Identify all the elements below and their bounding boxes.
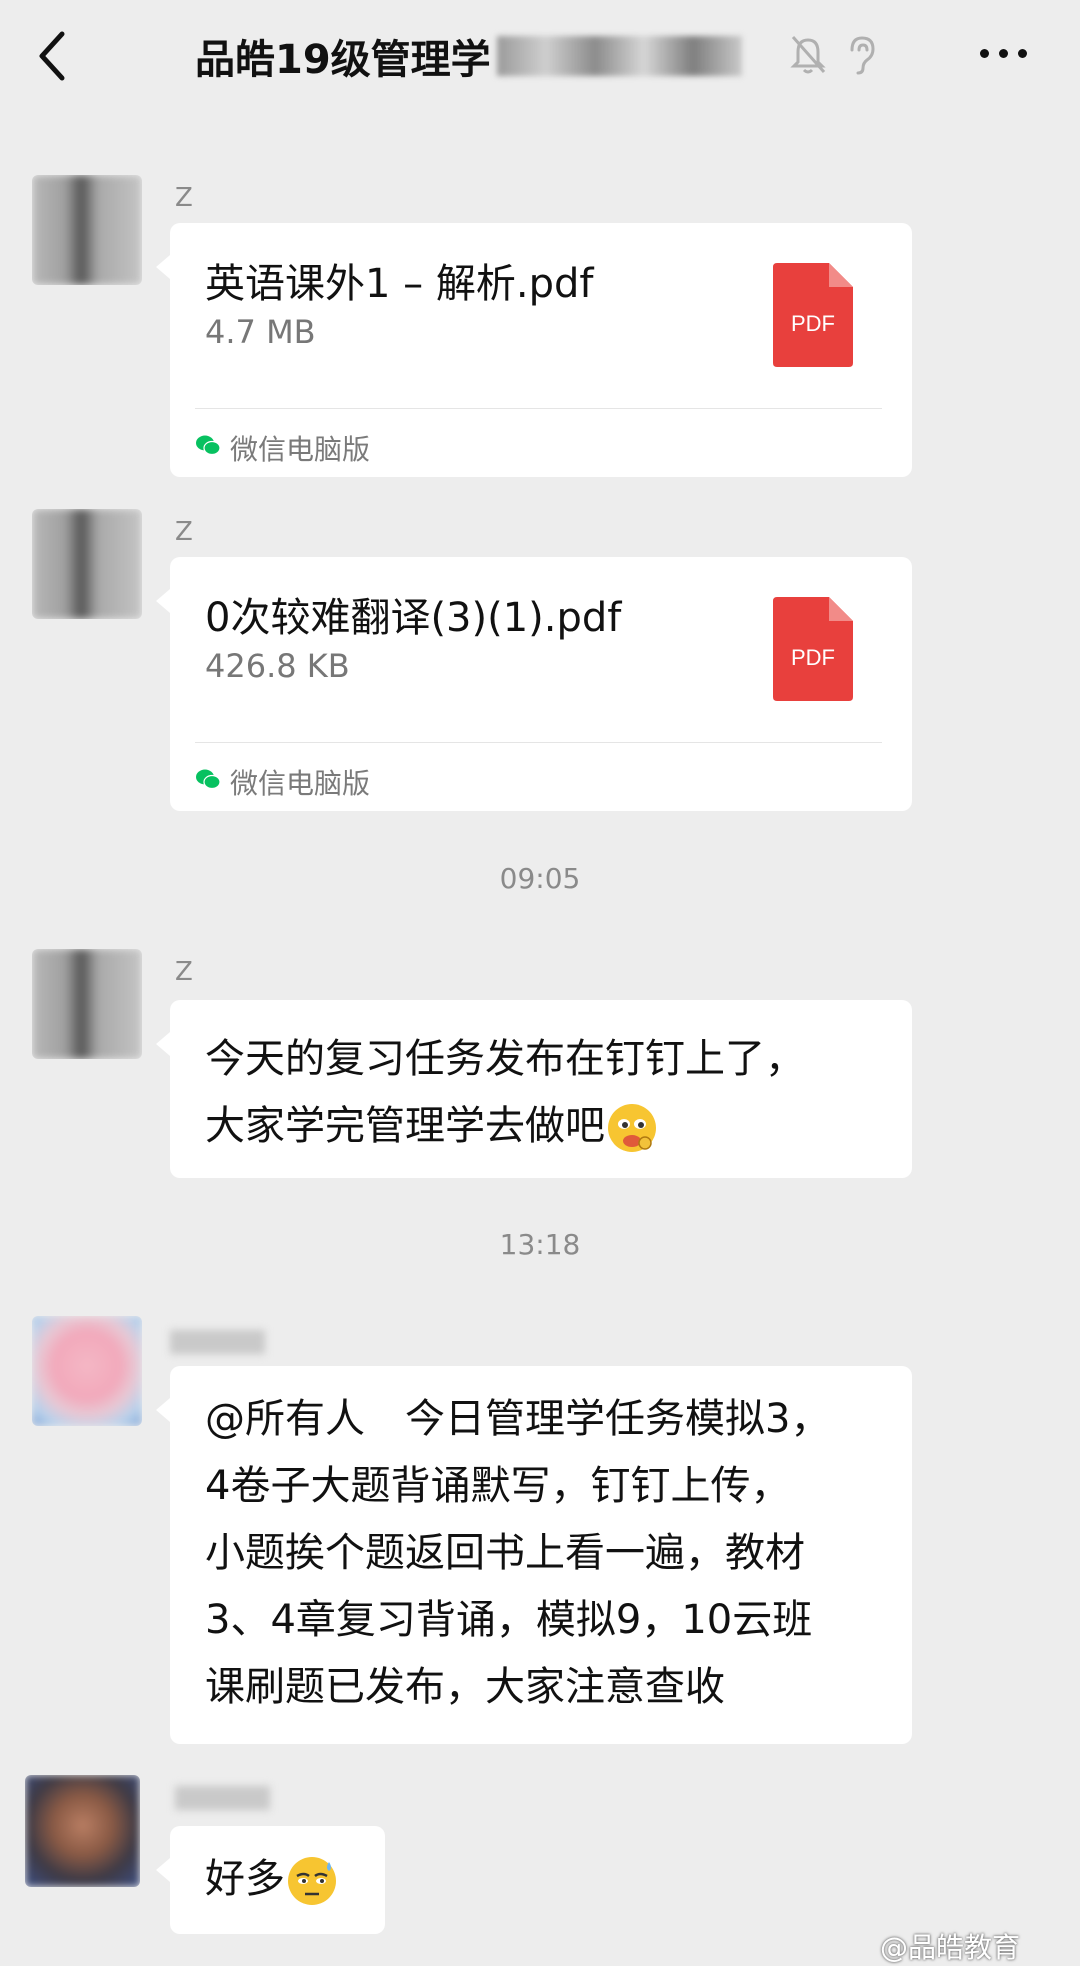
timestamp: 09:05 xyxy=(499,862,581,895)
watermark: @品皓教育 xyxy=(880,1931,1021,1964)
message-text: 好多 xyxy=(205,1846,339,1913)
file-size: 426.8 KB xyxy=(205,647,350,685)
back-arrow-icon[interactable] xyxy=(30,26,80,86)
avatar[interactable] xyxy=(25,1775,140,1887)
file-name: 英语课外1 – 解析.pdf xyxy=(205,261,594,307)
text-message[interactable]: 好多 xyxy=(156,1826,385,1934)
message-text: @所有人 今日管理学任务模拟3， 4卷子大题背诵默写，钉钉上传， 小题挨个题返回… xyxy=(205,1386,830,1721)
pdf-file-icon: PDF xyxy=(773,597,853,701)
sender-name: Z xyxy=(175,183,193,213)
sender-name-redacted xyxy=(175,1786,270,1810)
message-line: 小题挨个题返回书上看一遍，教材 xyxy=(205,1530,805,1576)
sender-name: Z xyxy=(175,957,193,987)
pdf-label: PDF xyxy=(791,645,835,670)
message-line-with-emoji: 大家学完管理学去做吧 xyxy=(205,1093,805,1160)
avatar[interactable] xyxy=(32,509,142,619)
emoji-icon xyxy=(288,1857,336,1905)
timestamp: 13:18 xyxy=(499,1228,581,1261)
source-label: 微信电脑版 xyxy=(230,767,371,800)
message-line: 4卷子大题背诵默写，钉钉上传， xyxy=(205,1463,791,1509)
sender-name: Z xyxy=(175,517,193,547)
ear-icon xyxy=(850,36,875,75)
text-message[interactable]: @所有人 今日管理学任务模拟3， 4卷子大题背诵默写，钉钉上传， 小题挨个题返回… xyxy=(156,1366,912,1744)
wechat-icon xyxy=(196,435,221,456)
message-line: 大家学完管理学去做吧 xyxy=(205,1103,605,1149)
text-message[interactable]: 今天的复习任务发布在钉钉上了， 大家学完管理学去做吧 xyxy=(156,1000,912,1178)
message-line: 课刷题已发布，大家注意查收 xyxy=(205,1664,725,1710)
source-label: 微信电脑版 xyxy=(230,433,371,466)
emoji-icon xyxy=(608,1104,656,1152)
chat-header: 品皓19级管理学 xyxy=(0,0,1080,110)
mute-bell-icon xyxy=(790,36,826,74)
pdf-label: PDF xyxy=(791,311,835,336)
message-text: 今天的复习任务发布在钉钉上了， 大家学完管理学去做吧 xyxy=(205,1026,805,1160)
avatar[interactable] xyxy=(32,175,142,285)
message-line: 3、4章复习背诵，模拟9，10云班 xyxy=(205,1597,813,1643)
file-size: 4.7 MB xyxy=(205,313,316,351)
file-message[interactable]: 英语课外1 – 解析.pdf 4.7 MB PDF 微信电脑版 xyxy=(156,223,912,477)
chat-title-text: 品皓19级管理学 xyxy=(195,37,491,83)
divider xyxy=(195,742,882,743)
divider xyxy=(195,408,882,409)
avatar[interactable] xyxy=(32,1316,142,1426)
message-line: @所有人 今日管理学任务模拟3， xyxy=(205,1396,831,1442)
file-message[interactable]: 0次较难翻译(3)(1).pdf 426.8 KB PDF 微信电脑版 xyxy=(156,557,912,811)
title-redacted xyxy=(496,36,742,76)
more-icon[interactable] xyxy=(975,38,1035,70)
message-line: 好多 xyxy=(205,1856,285,1902)
avatar[interactable] xyxy=(32,949,142,1059)
sender-name-redacted xyxy=(170,1330,265,1354)
chat-title: 品皓19级管理学 xyxy=(195,26,742,86)
wechat-icon xyxy=(196,769,221,790)
file-name: 0次较难翻译(3)(1).pdf xyxy=(205,595,622,641)
pdf-file-icon: PDF xyxy=(773,263,853,367)
message-line: 今天的复习任务发布在钉钉上了， xyxy=(205,1036,805,1082)
